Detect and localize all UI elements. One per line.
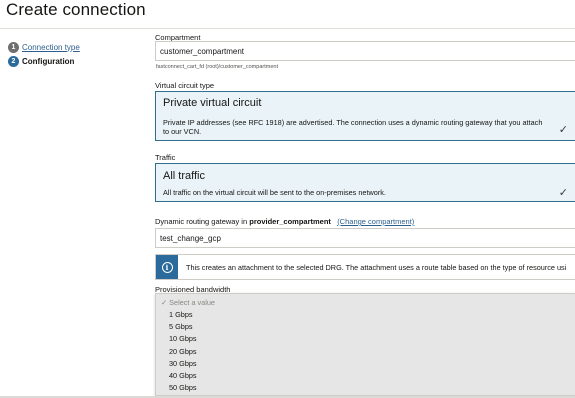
private-virtual-circuit-description-1: Private IP addresses (see RFC 1918) are … xyxy=(163,118,543,127)
bandwidth-option-50gbps[interactable]: 50 Gbps xyxy=(169,383,197,392)
compartment-value: customer_compartment xyxy=(160,46,245,56)
drg-select[interactable]: test_change_gcp xyxy=(155,228,575,248)
virtual-circuit-type-label: Virtual circuit type xyxy=(155,81,215,90)
bandwidth-option-40gbps[interactable]: 40 Gbps xyxy=(169,371,197,380)
drg-value: test_change_gcp xyxy=(160,233,221,243)
drg-attachment-info-banner: i This creates an attachment to the sele… xyxy=(155,254,575,280)
check-icon: ✓ xyxy=(558,187,568,199)
wizard-steps: 1 Connection type 2 Configuration xyxy=(8,40,80,68)
drg-label-compartment: provider_compartment xyxy=(249,217,331,226)
bandwidth-option-20gbps[interactable]: 20 Gbps xyxy=(169,347,197,356)
all-traffic-card[interactable]: All traffic All traffic on the virtual c… xyxy=(155,163,575,202)
bandwidth-option-30gbps[interactable]: 30 Gbps xyxy=(169,359,197,368)
page-title: Create connection xyxy=(6,0,146,19)
info-text: This creates an attachment to the select… xyxy=(186,263,567,272)
info-icon: i xyxy=(161,261,173,273)
dropdown-placeholder[interactable]: ✓ Select a value xyxy=(161,298,215,307)
step-configuration[interactable]: 2 Configuration xyxy=(8,54,80,68)
traffic-label: Traffic xyxy=(155,153,176,162)
step-number-1: 1 xyxy=(8,41,19,53)
check-icon: ✓ xyxy=(558,124,568,136)
bandwidth-dropdown-list[interactable]: ✓ Select a value 1 Gbps 5 Gbps 10 Gbps 2… xyxy=(155,293,575,396)
drg-label-prefix: Dynamic routing gateway in xyxy=(155,217,248,226)
all-traffic-description: All traffic on the virtual circuit will … xyxy=(163,188,386,197)
drg-label: Dynamic routing gateway in provider_comp… xyxy=(155,217,414,226)
private-virtual-circuit-card[interactable]: Private virtual circuit Private IP addre… xyxy=(155,91,575,141)
change-compartment-link[interactable]: (Change compartment) xyxy=(337,217,414,226)
title-divider xyxy=(0,28,575,29)
step-label-connection-type[interactable]: Connection type xyxy=(22,43,80,52)
step-number-2: 2 xyxy=(8,55,19,67)
compartment-hint: fastconnect_cart_fd (root)/customer_comp… xyxy=(156,64,278,70)
step-connection-type[interactable]: 1 Connection type xyxy=(8,40,80,54)
step-label-configuration: Configuration xyxy=(22,56,75,66)
bandwidth-option-5gbps[interactable]: 5 Gbps xyxy=(169,322,193,331)
compartment-select[interactable]: customer_compartment xyxy=(155,41,575,61)
private-virtual-circuit-description-2: to our VCN. xyxy=(163,127,202,136)
bandwidth-option-1gbps[interactable]: 1 Gbps xyxy=(169,310,193,319)
all-traffic-title: All traffic xyxy=(163,170,205,182)
private-virtual-circuit-title: Private virtual circuit xyxy=(163,97,262,109)
bandwidth-option-10gbps[interactable]: 10 Gbps xyxy=(169,334,197,343)
info-strip: i xyxy=(156,255,178,279)
